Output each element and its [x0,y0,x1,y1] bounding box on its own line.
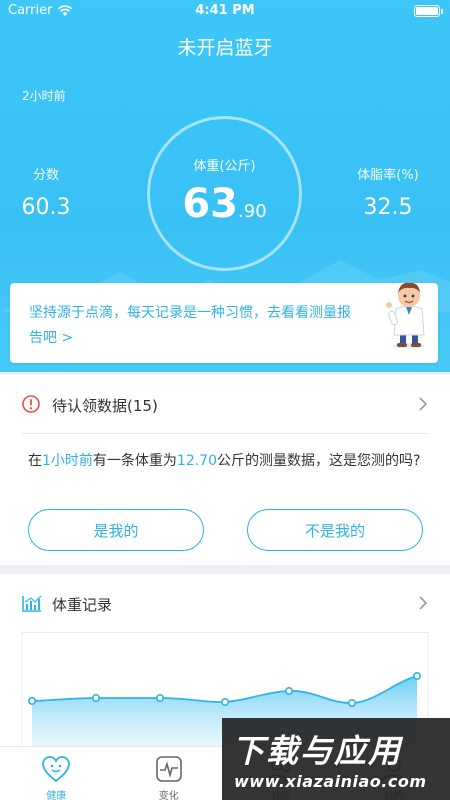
msg-weight: 12.70 [176,453,218,469]
score-value: 60.3 [21,195,71,220]
clock: 4:41 PM [195,3,255,18]
weight-value: 63.90 [150,181,299,227]
weight-decimal: .90 [238,201,267,222]
tip-text: 坚持源于点滴，每天记录是一种习惯，去看看测量报告吧 > [29,305,351,346]
chart-point [156,693,165,702]
heart-face-icon [42,756,71,783]
watermark-url: www.xiazainiao.com [234,772,427,791]
status-bar: Carrier 4:41 PM [0,0,450,22]
score-label: 分数 [32,168,59,183]
page-title: 未开启蓝牙 [177,37,273,59]
tab-label: 健康 [46,791,67,800]
chart-point [412,671,421,680]
alert-icon [22,395,40,413]
bar-chart-icon [22,595,42,612]
pending-data-title: 待认领数据(15) [52,397,158,415]
pending-data-header[interactable]: 待认领数据(15) [0,375,450,433]
msg-suffix: 公斤的测量数据，这是您测的吗? [217,453,421,469]
weight-label: 体重(公斤) [193,159,256,174]
chevron-right-icon [419,596,428,610]
watermark-main: 下载与应用 [232,732,403,770]
chart-point [27,697,36,706]
msg-prefix: 在 [28,453,42,469]
body-fat-label: 体脂率(%) [357,168,419,183]
claim-no-button[interactable]: 不是我的 [247,509,423,551]
body-fat-value: 32.5 [363,195,413,220]
pending-data-section: 待认领数据(15) 在1小时前有一条体重为12.70公斤的测量数据，这是您测的吗… [0,375,450,565]
weight-records-title: 体重记录 [52,596,113,614]
pending-message: 在1小时前有一条体重为12.70公斤的测量数据，这是您测的吗? [28,449,428,473]
last-measure-time: 2小时前 [22,89,66,103]
msg-mid: 有一条体重为 [92,453,177,469]
tab-label: 变化 [158,791,179,800]
pulse-icon [155,756,182,782]
weight-ring[interactable]: 体重(公斤) 63.90 [147,116,302,271]
tab-health[interactable]: 健康 [0,747,113,800]
chart-point [92,693,101,702]
battery-icon [414,5,443,17]
chart-point [347,699,356,708]
weight-integer: 63 [182,181,239,227]
claim-yes-button[interactable]: 是我的 [28,509,204,551]
weight-records-header[interactable]: 体重记录 [0,574,450,632]
chart-point [284,686,293,695]
chevron-right-icon [419,397,428,411]
msg-time: 1小时前 [42,453,93,469]
body-fat-stat[interactable]: 体脂率(%) 32.5 [350,164,426,220]
report-tip-card[interactable]: 坚持源于点滴，每天记录是一种习惯，去看看测量报告吧 > [10,282,438,363]
tab-changes[interactable]: 变化 [113,747,226,800]
watermark: 下载与应用 www.xiazainiao.com [222,718,450,800]
doctor-illustration-icon [386,282,425,349]
chart-point [221,698,230,707]
divider [22,433,428,434]
score-stat[interactable]: 分数 60.3 [18,164,74,220]
